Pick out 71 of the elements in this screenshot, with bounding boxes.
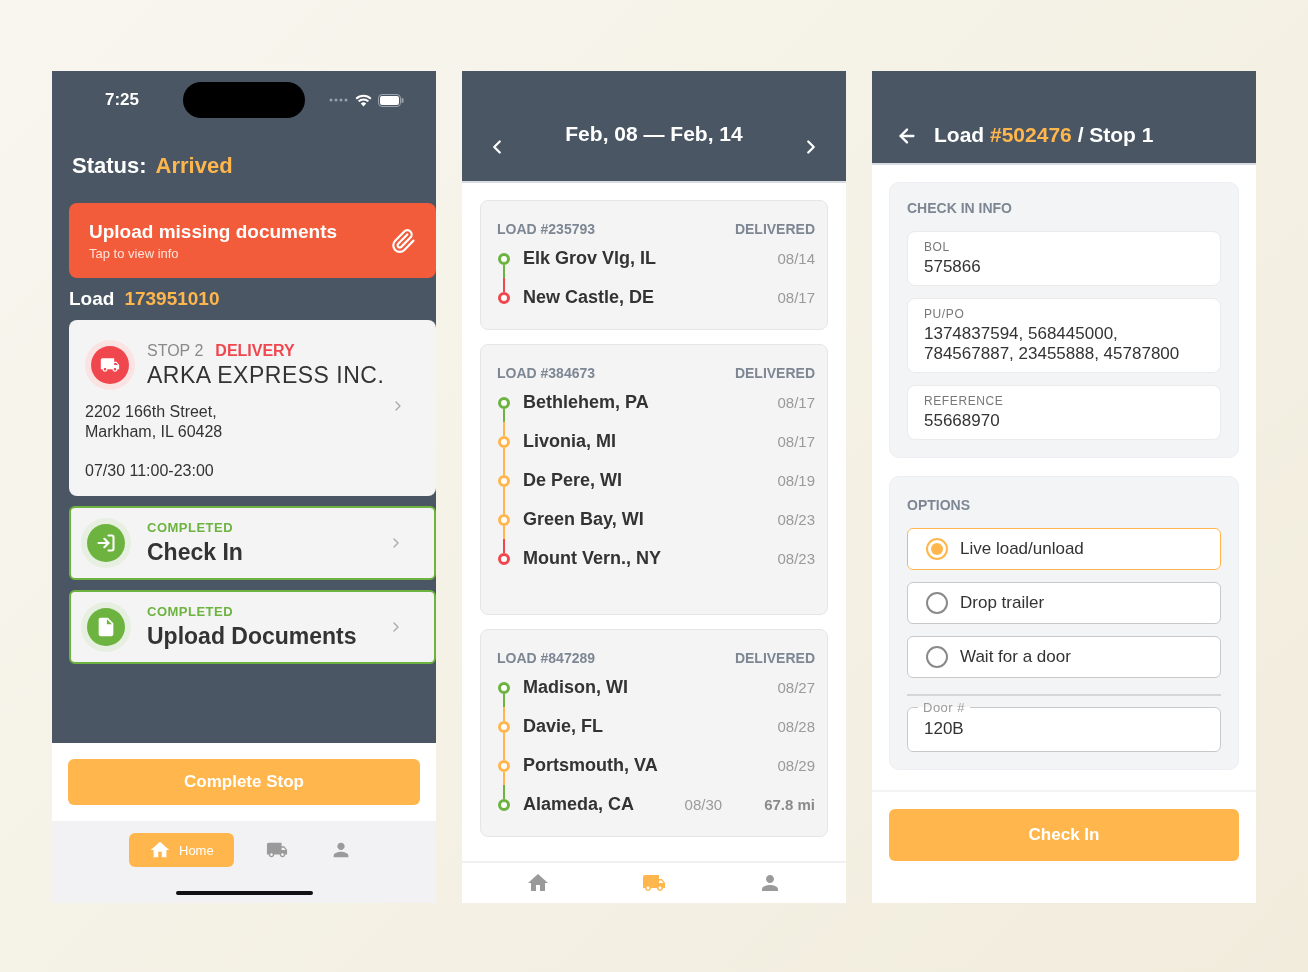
task-status: COMPLETED xyxy=(147,520,235,535)
stop-date: 08/17 xyxy=(777,433,815,450)
clock-time: 7:25 xyxy=(105,90,140,110)
load-status: DELIVERED xyxy=(734,650,815,666)
stop-type: DELIVERY xyxy=(215,341,295,360)
stop-city: De Pere, WI xyxy=(523,470,624,491)
battery-icon xyxy=(378,93,404,107)
company-name: ARKA EXPRESS INC. xyxy=(147,361,385,389)
stop-date: 08/23 xyxy=(777,511,815,528)
stop-number: STOP 2 xyxy=(147,341,204,360)
load-card[interactable]: LOAD #384673 DELIVERED Bethlehem, PA 08/17 Livonia, MI 08/17 De Pere, WI 08/19 Green Bay, WI 08/23 Mount Vern., NY 08/23 xyxy=(480,344,828,615)
signal-icon xyxy=(329,98,349,102)
stop-date: 08/23 xyxy=(777,550,815,567)
section-title: CHECK IN INFO xyxy=(907,200,1013,216)
screen-title: Load #502476 / Stop 1 xyxy=(934,123,1154,147)
field-value: 55668970 xyxy=(924,411,1001,431)
stop-address: 2202 166th Street, Markham, IL 60428 xyxy=(85,402,223,442)
truck-badge-icon xyxy=(85,340,135,390)
stop-city: Madison, WI xyxy=(523,677,629,698)
alert-title: Upload missing documents xyxy=(89,220,339,243)
load-status: DELIVERED xyxy=(734,221,815,237)
load-number: LOAD #847289 xyxy=(497,650,596,666)
load-number: LOAD #384673 xyxy=(497,365,596,381)
stop-city: Mount Vern., NY xyxy=(523,548,662,569)
stop-city: Davie, FL xyxy=(523,716,605,737)
stop-city: Livonia, MI xyxy=(523,431,617,452)
load-number: 173951010 xyxy=(124,288,220,310)
date-range-title: Feb, 08 — Feb, 14 xyxy=(565,122,743,146)
stop-date: 08/30 xyxy=(684,796,723,813)
field-label: PU/PO xyxy=(924,307,966,321)
task-card[interactable]: COMPLETED Upload Documents xyxy=(69,590,436,664)
task-title: Check In xyxy=(147,539,243,566)
field-label: REFERENCE xyxy=(924,394,1005,408)
stop-city: New Castle, DE xyxy=(523,287,656,308)
field-value: 1374837594, 568445000, 784567887, 23455888, 45787800 xyxy=(924,324,1181,364)
stop-date: 08/14 xyxy=(777,250,815,267)
load-number: LOAD #235793 xyxy=(497,221,596,237)
status-value: Arrived xyxy=(155,153,233,179)
section-title: OPTIONS xyxy=(907,497,971,513)
stop-date: 08/28 xyxy=(777,718,815,735)
stop-date: 08/17 xyxy=(777,394,815,411)
task-status: COMPLETED xyxy=(147,604,235,619)
time-window: 07/30 11:00-23:00 xyxy=(85,462,420,480)
stop-card[interactable]: STOP 2 DELIVERY ARKA EXPRESS INC. 2202 166th Street, Markham, IL 60428 07/30 11:00-23:00 xyxy=(69,320,436,496)
load-card[interactable]: LOAD #847289 DELIVERED Madison, WI 08/27 Davie, FL 08/28 Portsmouth, VA 08/29 Alameda, CA 08/30 67.8 mi xyxy=(480,629,828,837)
stop-city: Bethlehem, PA xyxy=(523,392,650,413)
stop-date: 08/17 xyxy=(777,289,815,306)
load-label: Load xyxy=(69,288,115,310)
stop-date: 08/27 xyxy=(777,679,815,696)
load-card[interactable]: LOAD #235793 DELIVERED Elk Grov Vlg, IL 08/14 New Castle, DE 08/17 xyxy=(480,200,828,330)
option-radio[interactable]: Drop trailer xyxy=(907,582,1221,624)
stop-date: 08/19 xyxy=(777,472,815,489)
stop-city: Portsmouth, VA xyxy=(523,755,659,776)
field-value: 575866 xyxy=(924,257,982,277)
door-field[interactable]: Door # 120B xyxy=(907,700,1221,752)
status-label: Status: xyxy=(72,153,147,179)
stop-date: 08/29 xyxy=(777,757,815,774)
option-radio[interactable]: Wait for a door xyxy=(907,636,1221,678)
stop-city: Alameda, CA xyxy=(523,794,636,815)
alert-subtitle: Tap to view info xyxy=(89,245,180,261)
distance: 67.8 mi xyxy=(764,796,815,813)
wifi-icon xyxy=(355,93,372,107)
option-radio[interactable]: Live load/unload xyxy=(907,528,1221,570)
task-title: Upload Documents xyxy=(147,623,357,650)
paperclip-icon xyxy=(390,227,416,254)
sign-in-icon xyxy=(96,533,116,553)
task-card[interactable]: COMPLETED Check In xyxy=(69,506,436,580)
stop-city: Green Bay, WI xyxy=(523,509,645,530)
field-label: BOL xyxy=(924,240,951,254)
stop-city: Elk Grov Vlg, IL xyxy=(523,248,658,269)
load-status: DELIVERED xyxy=(734,365,815,381)
